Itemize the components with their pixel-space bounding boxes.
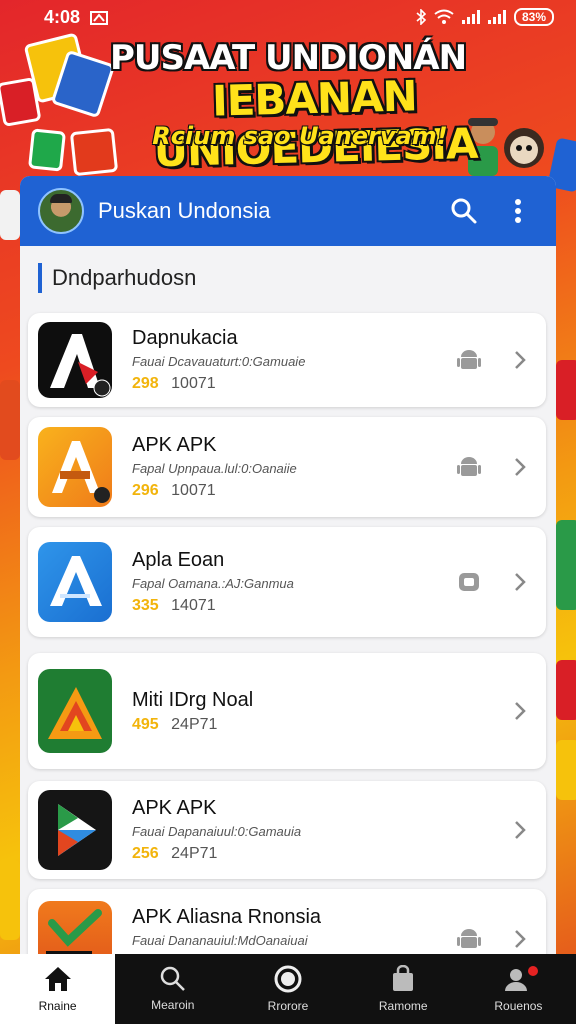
orange-a-icon [38, 427, 112, 507]
decor-card [0, 380, 20, 460]
signal-icon [461, 10, 480, 24]
app-count: 24P71 [171, 845, 218, 862]
nav-search[interactable]: Mearoin [115, 954, 230, 1024]
android-icon [457, 457, 481, 476]
android-icon [457, 350, 481, 369]
chevron-right-icon [515, 702, 526, 720]
nav-center-label: Rrorore [267, 999, 309, 1013]
app-description: Fauai Dananauiul:MdOanaiuai [132, 933, 308, 948]
app-name: Apla Eoan [132, 549, 225, 571]
nav-bag[interactable]: Ramome [346, 954, 461, 1024]
list-item[interactable]: APK Aliasna Rnonsia Fauai Dananauiul:MdO… [28, 889, 546, 956]
list-item[interactable]: Dapnukacia Fauai Dcavauaturt:0:Gamuaie 2… [28, 313, 546, 407]
notification-icon [90, 11, 109, 25]
decor-card [0, 860, 20, 940]
app-name: APK APK [132, 434, 217, 456]
status-time: 4:08 [44, 6, 81, 27]
decor-card [0, 190, 20, 240]
dark-play-icon [38, 790, 112, 870]
list-item[interactable]: APK APK Fauai Dapanaiuul:0:Gamauia 256 2… [28, 781, 546, 879]
app-description: Fauai Dapanaiuul:0:Gamauia [132, 824, 302, 839]
list-item[interactable]: Miti IDrg Noal 495 24P71 [28, 653, 546, 769]
list-item[interactable]: Apla Eoan Fapal Oamana.:AJ:Ganmua 335 14… [28, 527, 546, 637]
list-item[interactable]: APK APK Fapal Upnpaua.lul:0:Oanaiie 296 … [28, 417, 546, 517]
nav-bag-label: Ramome [378, 999, 428, 1013]
bluetooth-icon [416, 9, 426, 25]
avatar[interactable] [38, 188, 84, 234]
nav-profile[interactable]: Rouenos [461, 954, 576, 1024]
green-triangle-icon [38, 669, 112, 753]
app-description: Fapal Upnpaua.lul:0:Oanaiie [132, 461, 297, 476]
decor-card [556, 520, 576, 610]
nav-search-label: Mearoin [151, 998, 195, 1012]
decor-card [556, 740, 576, 800]
chevron-right-icon [515, 351, 526, 369]
section-title: Dndparhudosn [52, 265, 197, 290]
app-stats: 495 24P71 [132, 716, 508, 734]
app-panel: Puskan Undonsia Dndparhudosn Dapnukacia … [20, 176, 556, 956]
chevron-right-icon [515, 930, 526, 948]
app-count: 24P71 [171, 715, 218, 733]
app-count: 10071 [171, 482, 216, 499]
wifi-icon [434, 9, 454, 24]
app-name: APK APK [132, 797, 217, 819]
chevron-right-icon [515, 821, 526, 839]
home-icon [44, 967, 71, 991]
app-count: 10071 [171, 375, 216, 392]
section-header: Dndparhudosn [20, 246, 556, 310]
app-name: APK Aliasna Rnonsia [132, 906, 322, 928]
nav-profile-label: Rouenos [494, 999, 543, 1013]
app-bar: Puskan Undonsia [20, 176, 556, 246]
notification-dot [528, 966, 539, 976]
blue-a-icon [38, 542, 112, 622]
bag-icon [393, 965, 414, 991]
app-stats: 298 10071 [132, 375, 454, 393]
status-bar: 4:08 83% [0, 0, 576, 34]
app-stats: 335 14071 [132, 597, 454, 615]
app-stats: 296 10071 [132, 482, 454, 500]
app-rating: 495 [132, 715, 159, 733]
nav-home[interactable]: Rnaine [0, 954, 116, 1024]
app-rating: 335 [132, 597, 159, 614]
section-accent [38, 263, 42, 293]
bottom-nav: Rnaine Mearoin Rrorore Ramome Rouenos [0, 954, 576, 1024]
search-button[interactable] [444, 191, 484, 231]
app-rating: 298 [132, 375, 159, 392]
app-rating: 256 [132, 845, 159, 862]
more-options-button[interactable] [498, 191, 538, 231]
decor-card [556, 360, 576, 420]
app-name: Dapnukacia [132, 327, 238, 349]
app-stats: 256 24P71 [132, 845, 508, 863]
banner-subtitle: Rcium sao Uanervam! [152, 122, 448, 150]
app-description: Fapal Oamana.:AJ:Ganmua [132, 576, 294, 591]
app-description: Fauai Dcavauaturt:0:Gamuaie [132, 354, 306, 369]
nav-home-label: Rnaine [38, 999, 77, 1013]
app-count: 14071 [171, 597, 216, 614]
signal-2-icon [487, 10, 506, 24]
circle-icon [274, 965, 302, 993]
black-red-a-icon [38, 322, 112, 398]
battery-indicator: 83% [513, 8, 554, 26]
chevron-right-icon [515, 573, 526, 591]
decor-card [556, 660, 576, 720]
android-icon [457, 929, 481, 948]
nav-center[interactable]: Rrorore [230, 954, 345, 1024]
android-icon [459, 573, 479, 591]
decor-card [28, 128, 66, 172]
app-bar-title: Puskan Undonsia [98, 198, 271, 223]
app-name: Miti IDrg Noal [132, 688, 254, 711]
orange-check-icon [38, 901, 112, 956]
decor-card [0, 77, 42, 127]
search-icon [451, 198, 477, 224]
app-rating: 296 [132, 482, 159, 499]
chevron-right-icon [515, 458, 526, 476]
more-vert-icon [515, 199, 521, 223]
search-icon [160, 966, 185, 991]
